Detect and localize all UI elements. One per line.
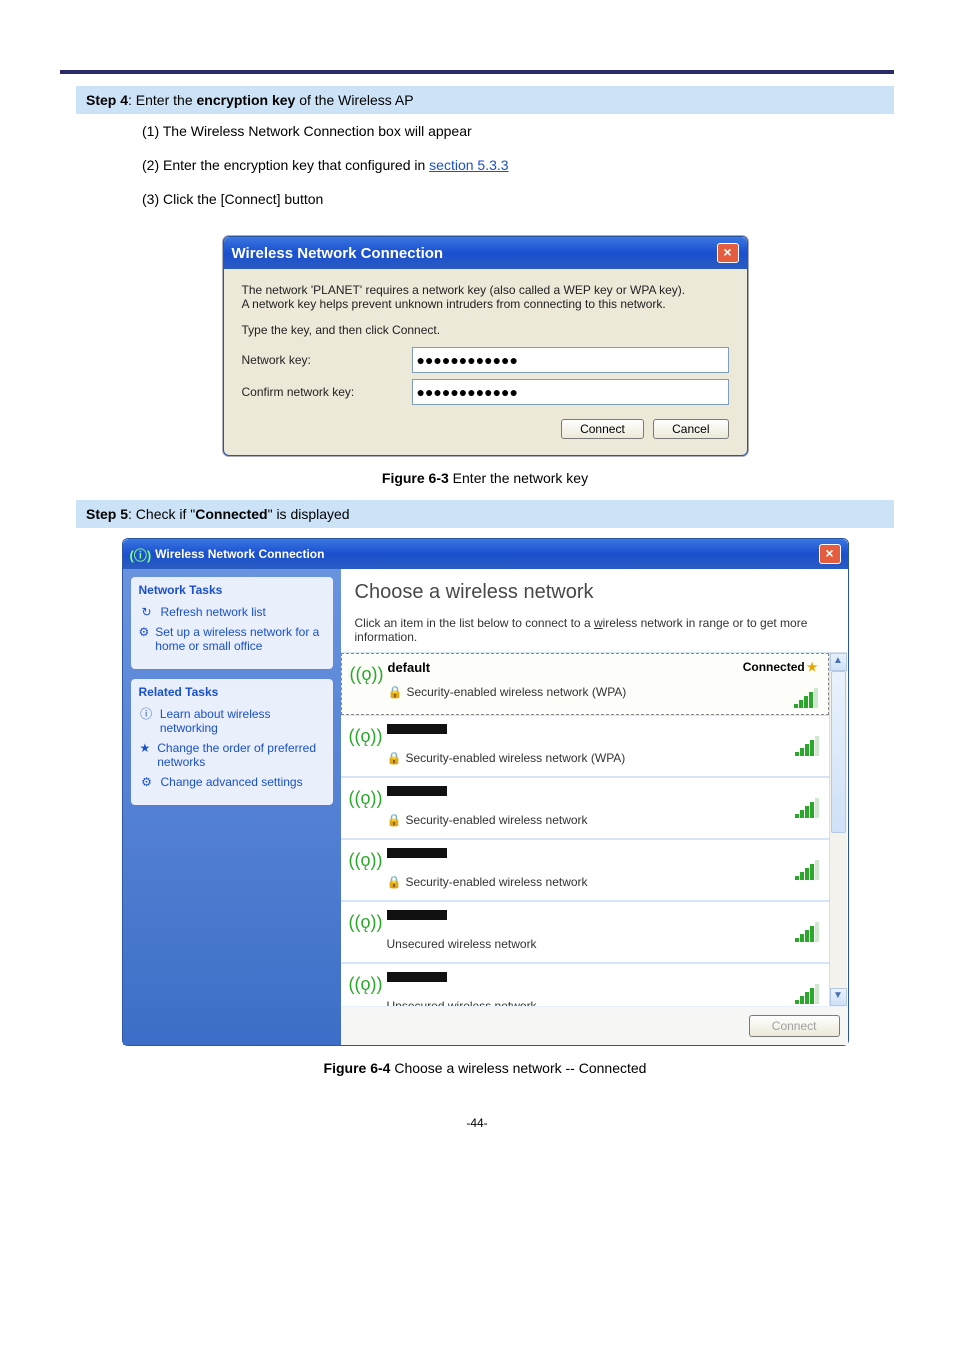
- network-security: 🔒Security-enabled wireless network (WPA): [387, 751, 787, 765]
- wireless-icon: ((ǫ)): [349, 722, 379, 747]
- instruction-item: (3) Click the [Connect] button: [76, 182, 894, 216]
- instruction-item: (1) The Wireless Network Connection box …: [76, 114, 894, 148]
- sidebar-link[interactable]: ⚙Change advanced settings: [139, 775, 325, 789]
- scroll-down-icon[interactable]: ▼: [830, 988, 847, 1006]
- panel-title-related-tasks: Related Tasks: [139, 685, 325, 699]
- scroll-thumb[interactable]: [831, 671, 846, 833]
- signal-strength-icon: [795, 924, 819, 942]
- antenna-icon: (ⓘ): [130, 545, 152, 564]
- network-security: Unsecured wireless network: [387, 999, 787, 1006]
- dialog-choose-network: (ⓘ)Wireless Network Connection × Network…: [122, 538, 849, 1046]
- signal-strength-icon: [795, 862, 819, 880]
- figure-6-3-caption: Figure 6-3 Enter the network key: [76, 470, 894, 486]
- link-section-533[interactable]: section 5.3.3: [429, 157, 508, 173]
- network-security: 🔒Security-enabled wireless network: [387, 813, 787, 827]
- mainpane-subtext: Click an item in the list below to conne…: [341, 606, 848, 652]
- sidebar-link[interactable]: ⓘLearn about wireless networking: [139, 707, 325, 735]
- cancel-button[interactable]: Cancel: [653, 419, 728, 439]
- network-ssid-redacted: [387, 786, 447, 796]
- network-ssid: default: [388, 660, 735, 675]
- network-row[interactable]: ((ǫ)) 🔒Security-enabled wireless network: [341, 839, 829, 901]
- wireless-icon: ((ǫ)): [349, 970, 379, 995]
- label-network-key: Network key:: [242, 353, 412, 367]
- network-row[interactable]: ((ǫ)) 🔒Security-enabled wireless network: [341, 777, 829, 839]
- network-ssid-redacted: [387, 972, 447, 982]
- network-ssid-redacted: [387, 724, 447, 734]
- link-icon: ⚙: [139, 775, 155, 789]
- sidebar-link[interactable]: ↻Refresh network list: [139, 605, 325, 619]
- panel-related-tasks: Related Tasks ⓘLearn about wireless netw…: [131, 679, 333, 805]
- panel-title-network-tasks: Network Tasks: [139, 583, 325, 597]
- wireless-icon: ((ǫ)): [349, 784, 379, 809]
- page-top-rule: [60, 0, 894, 74]
- sidebar: Network Tasks ↻Refresh network list ⚙Set …: [123, 569, 341, 1045]
- lock-icon: 🔒: [387, 751, 402, 765]
- instruction-item: (2) Enter the encryption key that config…: [76, 148, 894, 182]
- network-list: ((ǫ)) default 🔒Security-enabled wireless n…: [341, 652, 847, 1006]
- sidebar-link[interactable]: ⚙Set up a wireless network for a home or…: [139, 625, 325, 653]
- dialog2-title: Wireless Network Connection: [155, 547, 324, 561]
- network-ssid-redacted: [387, 848, 447, 858]
- wireless-icon: ((ǫ)): [349, 846, 379, 871]
- input-confirm-key[interactable]: [412, 379, 729, 405]
- connect-button-disabled: Connect: [749, 1015, 840, 1037]
- step5-header: Step 5: Check if "Connected" is displaye…: [76, 500, 894, 528]
- signal-strength-icon: [795, 738, 819, 756]
- scrollbar[interactable]: ▲ ▼: [829, 653, 847, 1006]
- network-row[interactable]: ((ǫ)) 🔒Security-enabled wireless network …: [341, 715, 829, 777]
- close-icon[interactable]: ×: [717, 243, 739, 263]
- page-number: -44-: [0, 1116, 954, 1130]
- mainpane-heading: Choose a wireless network: [341, 569, 848, 606]
- network-security: 🔒Security-enabled wireless network: [387, 875, 787, 889]
- panel-network-tasks: Network Tasks ↻Refresh network list ⚙Set …: [131, 577, 333, 669]
- wireless-icon: ((ǫ)): [350, 660, 380, 685]
- signal-strength-icon: [794, 690, 818, 708]
- input-network-key[interactable]: [412, 347, 729, 373]
- link-icon: ⚙: [139, 625, 150, 639]
- step4-label: Step 4: [86, 92, 128, 108]
- network-row[interactable]: ((ǫ)) Unsecured wireless network: [341, 901, 829, 963]
- network-row[interactable]: ((ǫ)) default 🔒Security-enabled wireless n…: [341, 653, 829, 715]
- lock-icon: 🔒: [387, 813, 402, 827]
- connected-label: Connected ★: [743, 660, 818, 674]
- close-icon[interactable]: ×: [819, 544, 841, 564]
- dialog-network-key: Wireless Network Connection × The networ…: [223, 236, 748, 456]
- link-icon: ↻: [139, 605, 155, 619]
- connect-button[interactable]: Connect: [561, 419, 644, 439]
- dialog1-msg1: The network 'PLANET' requires a network …: [242, 283, 729, 297]
- label-confirm-key: Confirm network key:: [242, 385, 412, 399]
- lock-icon: 🔒: [387, 875, 402, 889]
- scroll-up-icon[interactable]: ▲: [830, 653, 847, 671]
- dialog2-titlebar[interactable]: (ⓘ)Wireless Network Connection ×: [123, 539, 848, 569]
- dialog1-msg2: A network key helps prevent unknown intr…: [242, 297, 729, 311]
- figure-6-4-caption: Figure 6-4 Choose a wireless network -- …: [76, 1060, 894, 1076]
- wireless-icon: ((ǫ)): [349, 908, 379, 933]
- sidebar-link[interactable]: ★Change the order of preferred networks: [139, 741, 325, 769]
- network-security: 🔒Security-enabled wireless network (WPA): [388, 685, 735, 699]
- star-icon: ★: [807, 660, 818, 674]
- dialog1-title: Wireless Network Connection: [232, 245, 444, 262]
- network-security: Unsecured wireless network: [387, 937, 787, 951]
- network-row[interactable]: ((ǫ)) Unsecured wireless network: [341, 963, 829, 1006]
- link-icon: ★: [139, 741, 152, 755]
- link-icon: ⓘ: [139, 707, 154, 721]
- lock-icon: 🔒: [388, 685, 403, 699]
- dialog1-titlebar[interactable]: Wireless Network Connection ×: [224, 237, 747, 269]
- signal-strength-icon: [795, 800, 819, 818]
- signal-strength-icon: [795, 986, 819, 1004]
- dialog1-msg3: Type the key, and then click Connect.: [242, 323, 729, 337]
- network-ssid-redacted: [387, 910, 447, 920]
- step4-header: Step 4: Enter the encryption key of the …: [76, 86, 894, 114]
